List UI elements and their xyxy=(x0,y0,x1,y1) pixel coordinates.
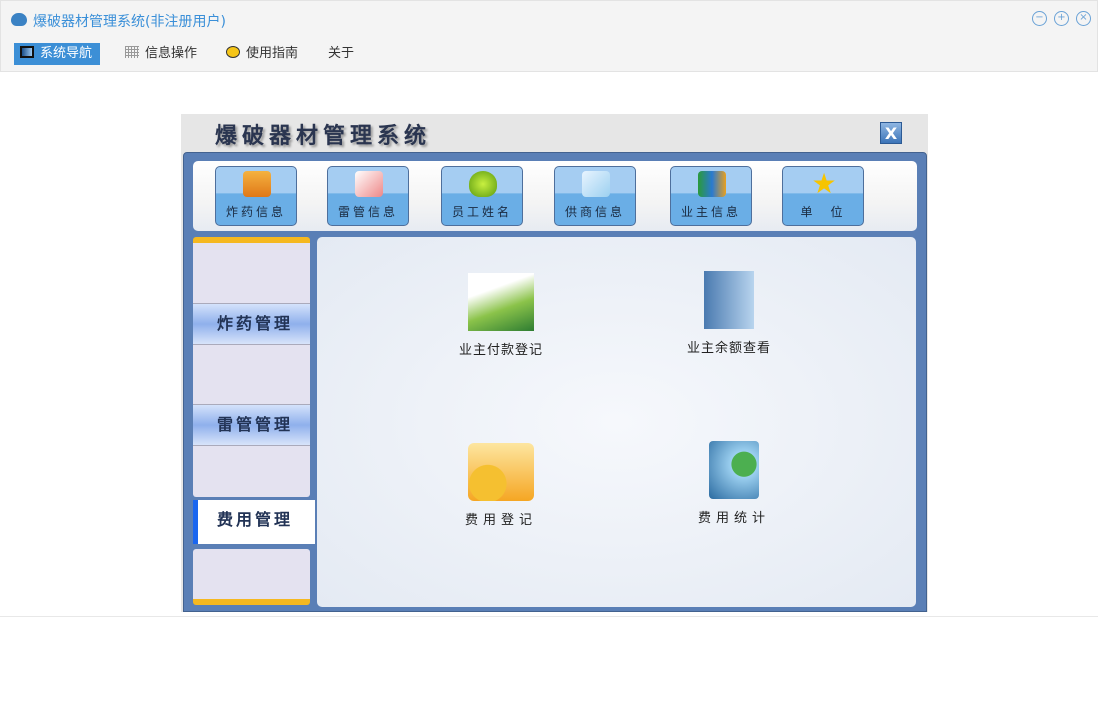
item-label: 费用统计 xyxy=(697,511,770,526)
app-close-button[interactable]: X xyxy=(880,122,902,144)
chart-icon xyxy=(582,171,610,197)
toolbar-supplier-info[interactable]: 供商信息 xyxy=(554,166,636,226)
coins-icon xyxy=(468,443,534,501)
menu-label: 关于 xyxy=(328,46,355,61)
globe-monitor-icon xyxy=(709,441,759,499)
sidebar-panel xyxy=(193,237,310,497)
house-icon xyxy=(243,171,271,197)
app-logo-icon xyxy=(11,13,27,26)
item-label: 业主付款登记 xyxy=(458,343,543,358)
maximize-icon[interactable]: + xyxy=(1054,11,1069,26)
person-icon xyxy=(469,171,497,197)
sidebar: 炸药管理 雷管管理 费用管理 xyxy=(193,237,315,605)
minimize-icon[interactable]: − xyxy=(1032,11,1047,26)
magnifier-book-icon xyxy=(704,271,754,329)
title-bar: 爆破器材管理系统(非注册用户) − + × 系统导航 信息操作 使用指南 关于 xyxy=(0,0,1098,72)
menu-about[interactable]: 关于 xyxy=(328,43,354,65)
toolbar-label: 业主信息 xyxy=(680,205,741,219)
toolbar-label: 员工姓名 xyxy=(451,205,512,219)
toolbar: 炸药信息 雷管信息 员工姓名 供商信息 业主信息 ★ 单 位 xyxy=(193,161,917,231)
item-label: 费用登记 xyxy=(464,513,537,528)
help-icon xyxy=(226,46,240,58)
toolbar-label: 单 位 xyxy=(800,205,846,219)
menu-guide[interactable]: 使用指南 xyxy=(226,43,298,65)
expense-statistics[interactable]: 费用统计 xyxy=(664,441,804,526)
sidebar-item-expense[interactable]: 费用管理 xyxy=(193,500,315,544)
toolbar-owner-info[interactable]: 业主信息 xyxy=(670,166,752,226)
grid-icon xyxy=(125,46,139,58)
owner-payment-register[interactable]: 业主付款登记 xyxy=(431,273,571,358)
menu-label: 信息操作 xyxy=(145,46,198,61)
divider xyxy=(0,616,1098,617)
close-icon[interactable]: × xyxy=(1076,11,1091,26)
book-icon xyxy=(355,171,383,197)
content-panel: 业主付款登记 业主余额查看 费用登记 费用统计 xyxy=(317,237,916,607)
window-title: 爆破器材管理系统(非注册用户) xyxy=(33,14,226,30)
bar-book-icon xyxy=(698,171,726,197)
menu-label: 系统导航 xyxy=(40,46,93,61)
sidebar-item-explosive[interactable]: 炸药管理 xyxy=(193,303,310,345)
menu-label: 使用指南 xyxy=(246,46,299,61)
books-icon xyxy=(468,273,534,331)
expense-register[interactable]: 费用登记 xyxy=(431,443,571,528)
app-window: 爆破器材管理系统 X 炸药信息 雷管信息 员工姓名 供商信息 业主信息 ★ 单 位… xyxy=(181,114,928,612)
toolbar-label: 雷管信息 xyxy=(337,205,398,219)
item-label: 业主余额查看 xyxy=(686,341,771,356)
menu-info-ops[interactable]: 信息操作 xyxy=(125,43,197,65)
menu-system-nav[interactable]: 系统导航 xyxy=(14,43,101,65)
sidebar-item-detonator[interactable]: 雷管管理 xyxy=(193,404,310,446)
toolbar-employee-name[interactable]: 员工姓名 xyxy=(441,166,523,226)
toolbar-unit[interactable]: ★ 单 位 xyxy=(782,166,864,226)
app-title: 爆破器材管理系统 xyxy=(215,123,432,149)
toolbar-label: 供商信息 xyxy=(564,205,625,219)
star-icon: ★ xyxy=(811,167,837,200)
toolbar-explosive-info[interactable]: 炸药信息 xyxy=(215,166,297,226)
sidebar-panel-bottom xyxy=(193,549,310,605)
toolbar-label: 炸药信息 xyxy=(225,205,286,219)
owner-balance-view[interactable]: 业主余额查看 xyxy=(659,271,799,356)
app-frame: 炸药信息 雷管信息 员工姓名 供商信息 业主信息 ★ 单 位 炸药管理 雷管管理 … xyxy=(183,152,927,612)
toolbar-detonator-info[interactable]: 雷管信息 xyxy=(327,166,409,226)
monitor-icon xyxy=(20,46,34,58)
